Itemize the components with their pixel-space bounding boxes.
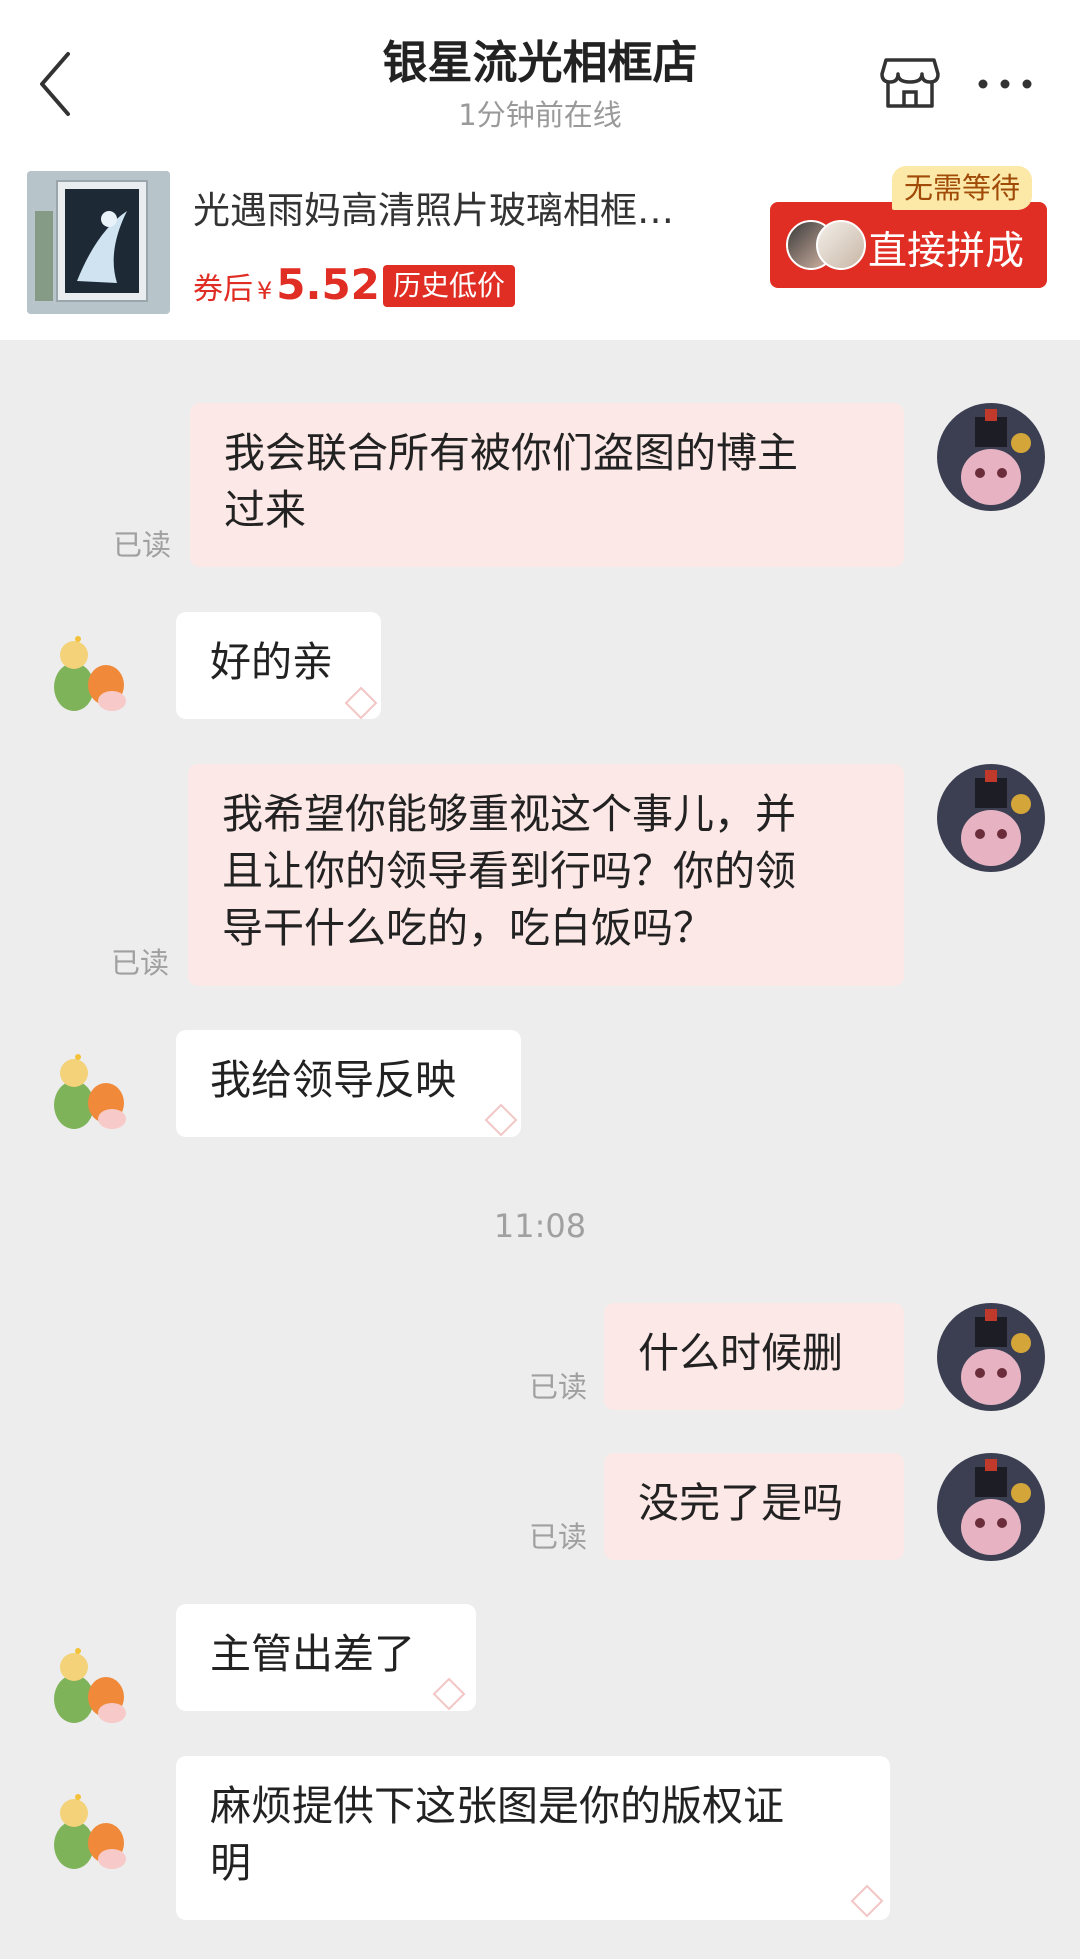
message-line: 没完了是吗 xyxy=(638,1479,843,1527)
message-bubble-received[interactable]: 麻烦提供下这张图是你的版权证 明 xyxy=(176,1756,890,1920)
shop-avatar[interactable] xyxy=(34,1033,142,1141)
time-divider: 11:08 xyxy=(493,1207,587,1245)
read-receipt: 已读 xyxy=(113,528,172,562)
message-line: 我给领导反映 xyxy=(210,1056,456,1104)
little-prince-avatar-image xyxy=(34,1033,142,1141)
message-line: 我会联合所有被你们盗图的博主 xyxy=(224,429,798,477)
message-line: 明 xyxy=(210,1839,251,1887)
no-wait-badge: 无需等待 xyxy=(892,166,1033,210)
pin-watermark-icon xyxy=(344,686,378,720)
avatar-image xyxy=(937,403,1045,511)
pin-watermark-icon xyxy=(484,1103,518,1137)
store-button[interactable] xyxy=(878,50,942,114)
little-prince-avatar-image xyxy=(34,1773,142,1881)
message-line: 我希望你能够重视这个事儿，并 xyxy=(222,790,796,838)
message-bubble-sent[interactable]: 我会联合所有被你们盗图的博主 过来 xyxy=(190,403,904,567)
read-receipt: 已读 xyxy=(111,946,170,980)
pin-watermark-icon xyxy=(850,1884,884,1918)
avatar-image xyxy=(937,1303,1045,1411)
message-line: 麻烦提供下这张图是你的版权证 xyxy=(210,1782,784,1830)
price-value: 5.52 xyxy=(276,260,380,309)
photo-frame-image xyxy=(27,171,170,314)
chat-header: 银星流光相框店 1分钟前在线 xyxy=(0,0,1080,158)
avatar-image xyxy=(937,1453,1045,1561)
price-row: 券后 ¥ 5.52 xyxy=(193,260,380,310)
message-bubble-sent[interactable]: 什么时候删 xyxy=(604,1303,904,1410)
my-avatar[interactable] xyxy=(937,1453,1045,1561)
message-line: 过来 xyxy=(224,486,306,534)
shop-avatar[interactable] xyxy=(34,1627,142,1735)
my-avatar[interactable] xyxy=(937,1303,1045,1411)
message-bubble-received[interactable]: 我给领导反映 xyxy=(176,1030,521,1137)
lowest-price-badge: 历史低价 xyxy=(383,265,516,307)
message-line: 且让你的领导看到行吗？你的领 xyxy=(222,847,796,895)
my-avatar[interactable] xyxy=(937,764,1045,872)
pin-watermark-icon xyxy=(432,1677,466,1711)
little-prince-avatar-image xyxy=(34,615,142,723)
message-bubble-received[interactable]: 主管出差了 xyxy=(176,1604,476,1711)
message-bubble-sent[interactable]: 没完了是吗 xyxy=(604,1453,904,1560)
message-line: 什么时候删 xyxy=(638,1329,843,1377)
message-line: 主管出差了 xyxy=(210,1630,415,1678)
shop-avatar[interactable] xyxy=(34,615,142,723)
product-thumbnail[interactable] xyxy=(27,171,170,314)
group-avatar-2 xyxy=(816,220,866,270)
more-dots-icon xyxy=(978,79,1032,89)
product-title[interactable]: 光遇雨妈高清照片玻璃相框… xyxy=(193,180,733,234)
more-options-button[interactable] xyxy=(975,64,1035,104)
read-receipt: 已读 xyxy=(529,1370,588,1404)
price-currency: ¥ xyxy=(257,277,273,305)
price-label: 券后 xyxy=(193,272,253,307)
group-buy-label: 直接拼成 xyxy=(868,229,1025,274)
product-card[interactable]: 光遇雨妈高清照片玻璃相框… 券后 ¥ 5.52 历史低价 直接拼成 无需等待 xyxy=(0,158,1080,340)
little-prince-avatar-image xyxy=(34,1627,142,1735)
read-receipt: 已读 xyxy=(529,1520,588,1554)
shop-avatar[interactable] xyxy=(34,1773,142,1881)
group-buy-button[interactable]: 直接拼成 xyxy=(770,202,1047,288)
message-bubble-sent[interactable]: 我希望你能够重视这个事儿，并 且让你的领导看到行吗？你的领 导干什么吃的，吃白饭… xyxy=(188,764,904,986)
message-line: 好的亲 xyxy=(210,638,333,686)
store-icon xyxy=(880,58,940,108)
message-line: 导干什么吃的，吃白饭吗？ xyxy=(222,904,714,952)
avatar-image xyxy=(937,764,1045,872)
my-avatar[interactable] xyxy=(937,403,1045,511)
